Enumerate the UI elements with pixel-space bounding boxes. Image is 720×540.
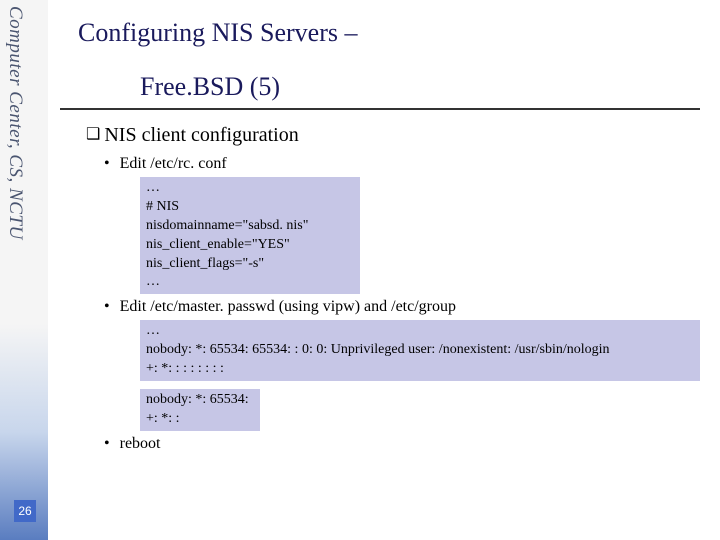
slide-content: Configuring NIS Servers – Free.BSD (5) N… <box>60 0 710 457</box>
code-group: nobody: *: 65534: +: *: : <box>140 389 260 431</box>
title-block: Configuring NIS Servers – Free.BSD (5) <box>60 18 700 110</box>
code-rcconf: … # NIS nisdomainname="sabsd. nis" nis_c… <box>140 177 360 294</box>
bullet-edit-passwd: Edit /etc/master. passwd (using vipw) an… <box>120 298 710 316</box>
code-passwd: … nobody: *: 65534: 65534: : 0: 0: Unpri… <box>140 320 700 381</box>
section-heading: NIS client configuration <box>86 124 710 147</box>
title-line-2: Free.BSD (5) <box>60 72 700 108</box>
title-line-1: Configuring NIS Servers – <box>60 18 700 54</box>
page-number: 26 <box>14 500 36 522</box>
bullet-reboot: reboot <box>120 435 710 453</box>
sidebar: Computer Center, CS, NCTU 26 <box>0 0 48 540</box>
bullet-edit-rcconf: Edit /etc/rc. conf <box>120 155 710 173</box>
sidebar-label: Computer Center, CS, NCTU <box>4 6 26 240</box>
